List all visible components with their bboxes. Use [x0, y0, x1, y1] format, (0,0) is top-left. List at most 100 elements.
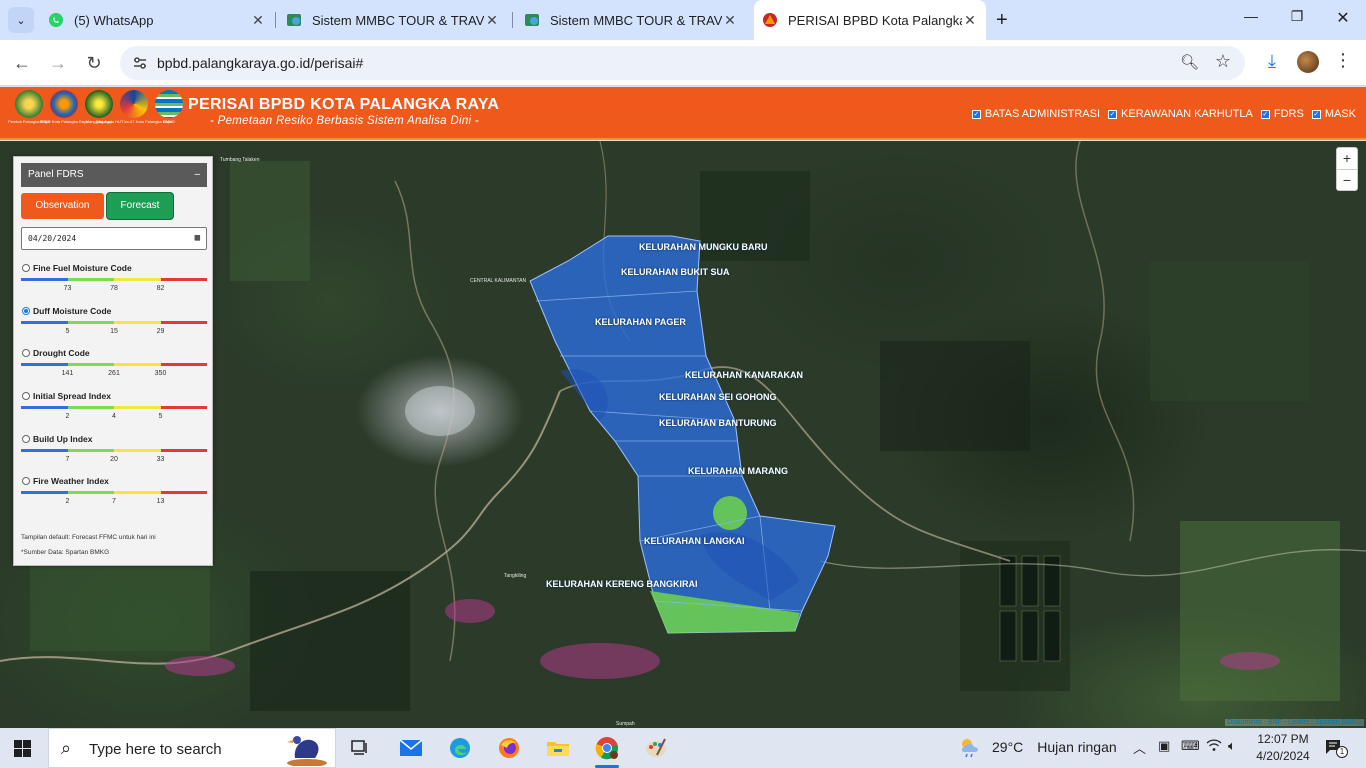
- scale-segment: [160, 278, 207, 281]
- village-label[interactable]: KELURAHAN BANTURUNG: [659, 418, 777, 428]
- scale-segment: [21, 406, 68, 409]
- radio-button[interactable]: [22, 307, 30, 315]
- tab-mmbc-1[interactable]: Sistem MMBC TOUR & TRAVEL ✕: [286, 7, 500, 33]
- checkbox-icon[interactable]: ✓: [971, 109, 981, 119]
- panel-header[interactable]: Panel FDRS –: [21, 163, 207, 187]
- logo-row: Pemkot Palangka Raya BPBD Kota Palangka …: [8, 90, 184, 124]
- radio-button[interactable]: [22, 477, 30, 485]
- scale-segment: [160, 406, 207, 409]
- menu-kebab-icon[interactable]: ⋮: [1334, 50, 1352, 71]
- scale-ticks: 2 7 13: [21, 498, 207, 508]
- logo-bpbd: BPBD Kota Palangka Raya: [40, 90, 88, 124]
- radio-button[interactable]: [22, 349, 30, 357]
- paint-icon[interactable]: [636, 732, 676, 764]
- fdrs-index-option[interactable]: Fine Fuel Moisture Code 73 78 82: [21, 263, 207, 305]
- forward-button[interactable]: →: [46, 51, 70, 75]
- chrome-icon[interactable]: [587, 732, 627, 768]
- reload-icon: ↻: [86, 53, 102, 73]
- village-label[interactable]: KELURAHAN KANARAKAN: [685, 370, 803, 380]
- tab-search-button[interactable]: ⌄: [8, 7, 34, 33]
- zoom-out-button[interactable]: −: [1337, 169, 1357, 190]
- date-input[interactable]: 04/20/2024 ▦: [21, 227, 207, 250]
- mail-icon[interactable]: [391, 732, 431, 764]
- village-label[interactable]: KELURAHAN BUKIT SUA: [621, 267, 730, 277]
- close-icon[interactable]: ✕: [250, 12, 266, 29]
- system-clock[interactable]: 12:07 PM 4/20/2024: [1253, 731, 1313, 765]
- forecast-button[interactable]: Forecast: [107, 193, 173, 219]
- toggle-fdrs[interactable]: ✓ FDRS: [1260, 108, 1304, 120]
- radio-button[interactable]: [22, 264, 30, 272]
- radio-button[interactable]: [22, 392, 30, 400]
- toggle-mask[interactable]: ✓ MASK: [1311, 108, 1356, 120]
- windows-start-icon[interactable]: [14, 740, 31, 757]
- file-explorer-icon[interactable]: [538, 732, 578, 764]
- chevron-up-icon[interactable]: ︿: [1133, 738, 1146, 757]
- weather-widget[interactable]: 29°C Hujan ringan: [958, 736, 1117, 758]
- scale-tick-label: 350: [154, 370, 167, 377]
- layer-toggles: ✓ BATAS ADMINISTRASI ✓ KERAWANAN KARHUTLA …: [971, 108, 1356, 120]
- tab-separator: [512, 12, 513, 28]
- map-attribution[interactable]: Diskominfo - BNF - Leaflet | Spartan BMK…: [1225, 719, 1364, 726]
- observation-button[interactable]: Observation: [21, 193, 104, 219]
- radio-button[interactable]: [22, 435, 30, 443]
- scale-tick-label: 141: [61, 370, 74, 377]
- village-label[interactable]: KELURAHAN MUNGKU BARU: [639, 242, 768, 252]
- tab-whatsapp[interactable]: (5) WhatsApp ✕: [48, 7, 266, 33]
- fdrs-index-option[interactable]: Initial Spread Index 2 4 5: [21, 391, 207, 433]
- toggle-label: MASK: [1324, 108, 1356, 120]
- restore-button[interactable]: ❐: [1274, 8, 1320, 25]
- village-label[interactable]: KELURAHAN SEI GOHONG: [659, 392, 777, 402]
- zoom-icon[interactable]: 🔍︎: [1180, 53, 1199, 71]
- scale-segment: [67, 363, 114, 366]
- logo-caption: BPBD Kota Palangka Raya: [39, 119, 89, 124]
- toggle-batas-administrasi[interactable]: ✓ BATAS ADMINISTRASI: [971, 108, 1100, 120]
- tab-perisai[interactable]: PERISAI BPBD Kota Palangka R ✕: [754, 0, 986, 40]
- zoom-in-button[interactable]: +: [1337, 148, 1357, 169]
- back-button[interactable]: ←: [10, 51, 34, 75]
- site-info-icon[interactable]: [132, 55, 148, 71]
- fdrs-index-option[interactable]: Drought Code 141 261 350: [21, 348, 207, 390]
- toggle-kerawanan-karhutla[interactable]: ✓ KERAWANAN KARHUTLA: [1108, 108, 1253, 120]
- close-icon[interactable]: ✕: [722, 12, 738, 29]
- fdrs-index-option[interactable]: Build Up Index 7 20 33: [21, 434, 207, 476]
- rain-cloud-icon: [961, 739, 978, 758]
- village-label[interactable]: KELURAHAN PAGER: [595, 317, 686, 327]
- fdrs-index-option[interactable]: Duff Moisture Code 5 15 29: [21, 306, 207, 348]
- reload-button[interactable]: ↻: [82, 51, 106, 75]
- place-label: CENTRAL KALIMANTAN: [470, 278, 527, 284]
- address-bar[interactable]: bpbd.palangkaraya.go.id/perisai# 🔍︎ ☆: [120, 46, 1245, 80]
- close-icon[interactable]: ✕: [484, 12, 500, 29]
- minimize-button[interactable]: —: [1228, 8, 1274, 24]
- firefox-icon[interactable]: [489, 732, 529, 764]
- calendar-icon[interactable]: ▦: [195, 228, 200, 249]
- new-tab-button[interactable]: +: [996, 9, 1008, 32]
- taskbar-search[interactable]: ⌕ Type here to search: [48, 728, 336, 768]
- tab-mmbc-2[interactable]: Sistem MMBC TOUR & TRAVEL ✕: [524, 7, 738, 33]
- edge-icon[interactable]: [440, 732, 480, 764]
- url-text[interactable]: bpbd.palangkaraya.go.id/perisai#: [157, 55, 363, 71]
- bookmark-star-icon[interactable]: ☆: [1215, 51, 1231, 72]
- village-label[interactable]: KELURAHAN KERENG BANGKIRAI: [546, 579, 698, 589]
- fdrs-index-option[interactable]: Fire Weather Index 2 7 13: [21, 476, 207, 518]
- checkbox-icon[interactable]: ✓: [1311, 109, 1321, 119]
- download-icon[interactable]: ⤓: [1260, 51, 1284, 75]
- checkbox-icon[interactable]: ✓: [1260, 109, 1270, 119]
- color-scale-bar: [21, 363, 207, 366]
- checkbox-icon[interactable]: ✓: [1108, 109, 1118, 119]
- collapse-icon[interactable]: –: [194, 163, 200, 187]
- notification-center[interactable]: 1: [1324, 738, 1348, 758]
- scale-segment: [67, 321, 114, 324]
- close-icon[interactable]: ✕: [962, 12, 978, 29]
- language-icon[interactable]: ⌨: [1181, 738, 1200, 754]
- scale-tick-label: 29: [156, 328, 165, 335]
- meet-now-icon[interactable]: ▣: [1158, 738, 1170, 754]
- wifi-icon[interactable]: [1206, 738, 1222, 755]
- panel-title: Panel FDRS: [28, 169, 84, 180]
- village-label[interactable]: KELURAHAN MARANG: [688, 466, 788, 476]
- bpbd-icon: [763, 13, 777, 27]
- profile-avatar[interactable]: [1297, 51, 1319, 73]
- close-window-button[interactable]: ✕: [1320, 8, 1366, 28]
- speaker-icon[interactable]: 🔈︎: [1228, 738, 1236, 754]
- task-view-icon[interactable]: [340, 732, 380, 764]
- village-label[interactable]: KELURAHAN LANGKAI: [644, 536, 745, 546]
